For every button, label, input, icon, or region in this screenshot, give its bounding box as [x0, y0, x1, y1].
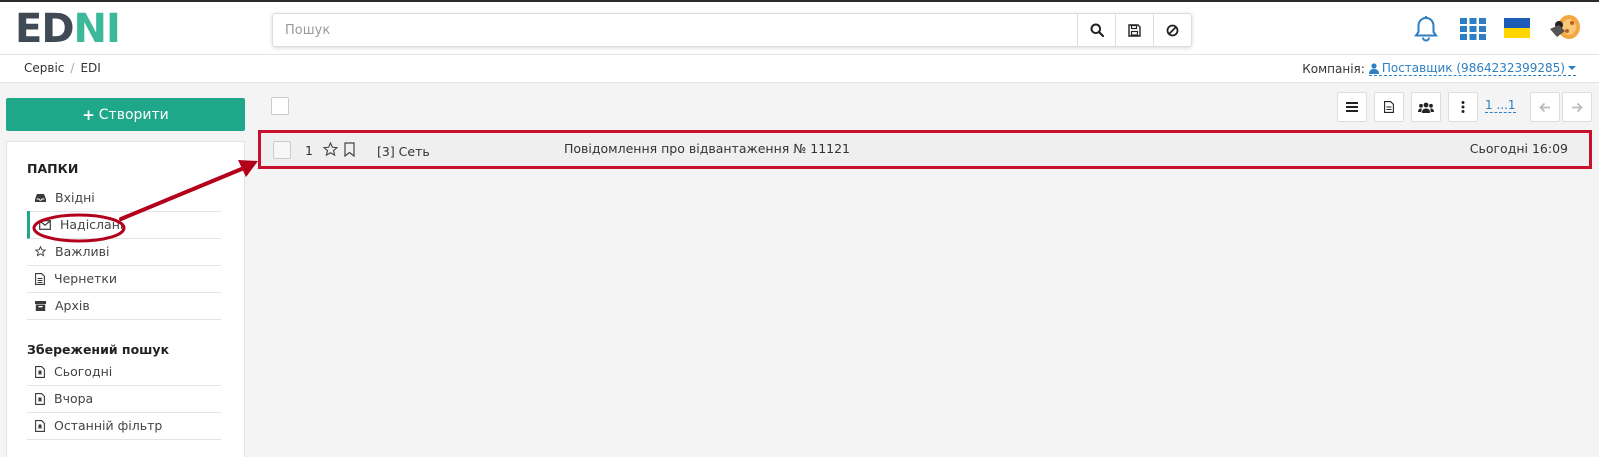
- envelope-icon: [39, 219, 51, 230]
- sidebar-item-label: Останній фільтр: [54, 418, 163, 433]
- search-button[interactable]: [1077, 14, 1115, 46]
- arrow-right-icon: [1572, 102, 1583, 112]
- sidebar-item-label: Сьогодні: [54, 364, 113, 379]
- logo-text-right: NI: [73, 6, 121, 52]
- list-view-icon: [1346, 102, 1358, 112]
- draft-icon: [35, 272, 45, 285]
- search-icon: [1090, 23, 1104, 37]
- save-search-button[interactable]: [1115, 14, 1153, 46]
- folders-title: ПАПКИ: [27, 161, 79, 176]
- user-icon: [1368, 62, 1379, 74]
- company-selector: Компанія: Поставщик (9864232399285): [1302, 61, 1576, 76]
- saved-file-icon: [35, 365, 45, 378]
- search-bar: [272, 13, 1192, 47]
- row-sender: [3] Сеть: [377, 144, 430, 159]
- row-bookmark-button[interactable]: [344, 142, 355, 160]
- sidebar-item-archive[interactable]: Архів: [27, 292, 221, 320]
- bell-icon: [1414, 16, 1438, 42]
- caret-down-icon: [1568, 66, 1576, 70]
- document-view-button[interactable]: [1374, 92, 1404, 122]
- edi-logo[interactable]: ED NI: [15, 6, 121, 52]
- plus-icon: +: [82, 105, 95, 124]
- sidebar-item-label: Чернетки: [54, 271, 118, 286]
- apps-button[interactable]: [1460, 18, 1486, 40]
- create-button-label: Створити: [98, 106, 169, 123]
- create-button[interactable]: + Створити: [6, 98, 245, 131]
- logo-text-left: ED: [15, 6, 75, 52]
- company-dropdown[interactable]: Поставщик (9864232399285): [1368, 61, 1576, 76]
- list-view-button[interactable]: [1337, 92, 1367, 122]
- saved-search-today[interactable]: Сьогодні: [27, 358, 221, 386]
- sidebar-item-label: Надіслані: [60, 217, 124, 232]
- sidebar-item-label: Вхідні: [55, 190, 95, 205]
- sidebar-item-label: Важливі: [55, 244, 110, 259]
- row-subject: Повідомлення про відвантаження № 11121: [564, 141, 851, 156]
- breadcrumb-bar: Сервіс / EDI Компанія: Поставщик (986423…: [0, 55, 1599, 83]
- saved-search-yesterday[interactable]: Вчора: [27, 385, 221, 413]
- apps-grid-icon: [1460, 18, 1486, 40]
- arrow-left-icon: [1539, 102, 1550, 112]
- sidebar-item-inbox[interactable]: Вхідні: [27, 184, 221, 212]
- language-button[interactable]: [1504, 18, 1530, 38]
- row-date: Сьогодні 16:09: [1469, 141, 1568, 156]
- clear-search-button[interactable]: [1153, 14, 1191, 46]
- more-options-button[interactable]: [1448, 92, 1478, 122]
- group-icon: [1418, 102, 1434, 113]
- table-row[interactable]: 1 [3] Сеть Повідомлення про відвантаженн…: [258, 130, 1592, 169]
- next-page-button[interactable]: [1562, 92, 1592, 122]
- star-icon: [35, 246, 46, 257]
- sidebar-item-sent[interactable]: Надіслані: [27, 211, 221, 239]
- sidebar-item-label: Архів: [55, 298, 90, 313]
- save-icon: [1128, 23, 1141, 37]
- row-checkbox[interactable]: [273, 141, 291, 159]
- saved-search-title: Збережений пошук: [27, 342, 170, 357]
- select-all-checkbox[interactable]: [271, 97, 289, 115]
- sidebar-panel: ПАПКИ Вхідні Надіслані Важливі Чернетки …: [6, 141, 245, 457]
- sidebar-item-label: Вчора: [54, 391, 94, 406]
- row-number: 1: [305, 143, 313, 158]
- user-avatar-icon: [1550, 15, 1580, 39]
- notifications-button[interactable]: [1413, 15, 1439, 43]
- saved-search-last-filter[interactable]: Останній фільтр: [27, 412, 221, 440]
- company-label: Компанія:: [1302, 61, 1365, 76]
- sidebar-item-drafts[interactable]: Чернетки: [27, 265, 221, 293]
- bookmark-icon: [344, 142, 355, 158]
- top-header: ED NI: [0, 0, 1599, 55]
- company-value: Поставщик (9864232399285): [1381, 61, 1565, 75]
- more-vertical-icon: [1461, 101, 1465, 113]
- breadcrumb-item-service[interactable]: Сервіс: [24, 61, 64, 75]
- row-favorite-button[interactable]: [322, 141, 339, 160]
- search-input[interactable]: [273, 14, 1077, 46]
- pagination-indicator[interactable]: 1 ...1: [1485, 98, 1516, 113]
- ukraine-flag-icon: [1504, 18, 1530, 38]
- document-icon: [1384, 101, 1394, 113]
- breadcrumb-separator: /: [70, 61, 75, 75]
- saved-file-icon: [35, 419, 45, 432]
- breadcrumb-item-edi[interactable]: EDI: [80, 61, 100, 75]
- clear-icon: [1166, 24, 1179, 36]
- saved-file-icon: [35, 392, 45, 405]
- star-icon: [322, 141, 339, 157]
- group-button[interactable]: [1411, 92, 1441, 122]
- sidebar-item-important[interactable]: Важливі: [27, 238, 221, 266]
- archive-icon: [35, 300, 46, 311]
- inbox-icon: [35, 193, 46, 202]
- breadcrumb: Сервіс / EDI: [24, 61, 101, 75]
- user-menu-button[interactable]: [1547, 13, 1583, 43]
- previous-page-button[interactable]: [1530, 92, 1560, 122]
